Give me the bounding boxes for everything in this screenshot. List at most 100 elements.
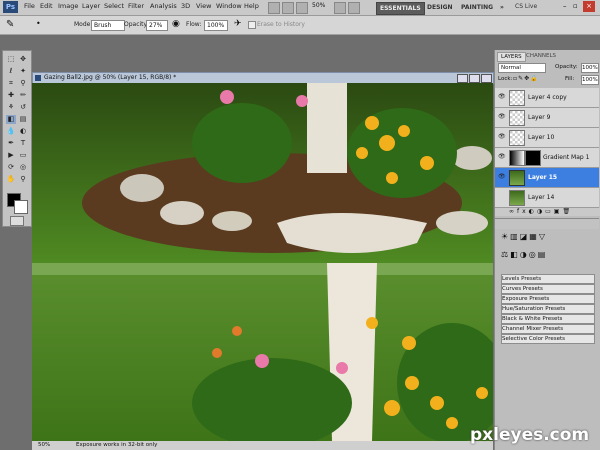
menu-select[interactable]: Select	[104, 2, 124, 10]
tab-channels[interactable]: CHANNELS	[523, 52, 559, 60]
document-icon	[35, 75, 41, 81]
menu-3d[interactable]: 3D	[181, 2, 190, 10]
layers-panel-footer-icons[interactable]: ∞fx◐◑▭▣🗑	[495, 208, 600, 216]
layer-row-layer-4-copy[interactable]: 👁 Layer 4 copy	[495, 88, 599, 108]
dodge-tool-icon[interactable]: ◐	[18, 127, 28, 136]
mode-select[interactable]: Brush	[91, 20, 125, 31]
menu-layer[interactable]: Layer	[82, 2, 100, 10]
menu-window[interactable]: Window	[216, 2, 242, 10]
crop-tool-icon[interactable]: ⌗	[6, 79, 16, 88]
history-brush-tool-icon[interactable]: ↺	[18, 103, 28, 112]
document-canvas[interactable]	[32, 83, 493, 441]
status-zoom[interactable]: 50%	[38, 441, 50, 450]
type-tool-icon[interactable]: T	[18, 139, 28, 148]
minimize-icon[interactable]: –	[563, 2, 567, 10]
workspace-more[interactable]: »	[497, 2, 507, 13]
zoom-tool-icon[interactable]: ⚲	[18, 175, 28, 184]
layer-thumbnail	[509, 90, 525, 106]
workspace-design[interactable]: DESIGN	[424, 2, 456, 13]
layer-row-layer-15[interactable]: 👁 Layer 15	[495, 168, 599, 188]
menu-image[interactable]: Image	[58, 2, 78, 10]
layer-row-layer-10[interactable]: 👁 Layer 10	[495, 128, 599, 148]
blur-tool-icon[interactable]: 💧	[6, 127, 16, 136]
background-color-swatch[interactable]	[14, 200, 28, 214]
layer-thumbnail	[509, 170, 525, 186]
restore-icon[interactable]: ▫	[573, 2, 578, 10]
menu-file[interactable]: File	[24, 2, 35, 10]
3d-orbit-tool-icon[interactable]: ◎	[18, 163, 28, 172]
marquee-tool-icon[interactable]: ⬚	[6, 55, 16, 64]
doc-close-icon[interactable]	[481, 74, 492, 83]
eraser-tool-icon[interactable]: ◧	[6, 115, 16, 124]
visibility-eye-icon[interactable]: 👁	[498, 114, 506, 120]
menu-filter[interactable]: Filter	[128, 2, 144, 10]
visibility-eye-icon[interactable]: 👁	[498, 94, 506, 100]
fill-input[interactable]: 100%	[581, 75, 599, 85]
eraser-tool-preset-icon[interactable]: ✎	[6, 19, 18, 31]
workspace-painting[interactable]: PAINTING	[458, 2, 496, 13]
close-icon[interactable]: ×	[583, 1, 595, 12]
menu-edit[interactable]: Edit	[40, 2, 53, 10]
pressure-opacity-icon[interactable]: ◉	[172, 19, 180, 29]
visibility-eye-icon[interactable]	[498, 194, 505, 200]
quick-mask-icon[interactable]	[10, 216, 24, 226]
erase-history-checkbox[interactable]	[248, 21, 256, 29]
doc-minimize-icon[interactable]	[457, 74, 468, 83]
hand-tool-icon[interactable]: ✋	[6, 175, 16, 184]
menu-help[interactable]: Help	[244, 2, 259, 10]
opacity-input[interactable]: 27%	[146, 20, 168, 31]
extras-icon[interactable]	[296, 2, 308, 14]
lasso-tool-icon[interactable]: ℓ	[6, 67, 16, 76]
lock-icons[interactable]: ▫✎✥🔒	[513, 75, 539, 82]
preset-label: Channel Mixer Presets	[502, 326, 564, 332]
quick-select-tool-icon[interactable]: ✦	[18, 67, 28, 76]
preset-channel-mixer[interactable]: Channel Mixer Presets	[501, 324, 595, 334]
gradient-tool-icon[interactable]: ▤	[18, 115, 28, 124]
move-tool-icon[interactable]: ✥	[18, 55, 28, 64]
preset-hue-saturation[interactable]: Hue/Saturation Presets	[501, 304, 595, 314]
layer-row-gradient-map-1[interactable]: 👁 Gradient Map 1	[495, 148, 599, 168]
doc-restore-icon[interactable]	[469, 74, 480, 83]
adjustment-icons-row-2[interactable]: ⚖◧◑◎▤	[501, 250, 593, 262]
pen-tool-icon[interactable]: ✒	[6, 139, 16, 148]
bridge-icon[interactable]	[268, 2, 280, 14]
preset-curves[interactable]: Curves Presets	[501, 284, 595, 294]
brush-tool-icon[interactable]: ✏	[18, 91, 28, 100]
layer-row-layer-14[interactable]: Layer 14	[495, 188, 599, 208]
preset-black-white[interactable]: Black & White Presets	[501, 314, 595, 324]
zoom-level[interactable]: 50%	[312, 2, 325, 9]
workspace-essentials[interactable]: ESSENTIALS	[376, 2, 425, 15]
adjustments-panel-header	[495, 218, 599, 229]
clone-stamp-tool-icon[interactable]: ⚘	[6, 103, 16, 112]
preset-label: Selective Color Presets	[502, 336, 566, 342]
arrange-documents-icon[interactable]	[348, 2, 360, 14]
blend-mode-select[interactable]: Normal	[498, 63, 546, 73]
layer-row-layer-9[interactable]: 👁 Layer 9	[495, 108, 599, 128]
hand-view-icon[interactable]	[334, 2, 346, 14]
layer-name: Layer 10	[528, 134, 555, 141]
cslive-button[interactable]: CS Live	[515, 3, 537, 10]
preset-exposure[interactable]: Exposure Presets	[501, 294, 595, 304]
minibridge-icon[interactable]	[282, 2, 294, 14]
eyedropper-tool-icon[interactable]: ⚲	[18, 79, 28, 88]
brush-size-icon[interactable]: •	[36, 19, 41, 28]
airbrush-icon[interactable]: ✈	[234, 19, 242, 29]
preset-selective-color[interactable]: Selective Color Presets	[501, 334, 595, 344]
adjustment-icons-row-1[interactable]: ☀▥◪▦▽	[501, 232, 593, 244]
tab-layers[interactable]: LAYERS	[497, 52, 526, 62]
mode-label: Mode:	[74, 21, 93, 28]
path-select-tool-icon[interactable]: ▶	[6, 151, 16, 160]
healing-brush-tool-icon[interactable]: ✚	[6, 91, 16, 100]
visibility-eye-icon[interactable]: 👁	[498, 134, 506, 140]
menu-analysis[interactable]: Analysis	[150, 2, 177, 10]
flow-input[interactable]: 100%	[204, 20, 228, 31]
3d-rotate-tool-icon[interactable]: ⟳	[6, 163, 16, 172]
preset-levels[interactable]: Levels Presets	[501, 274, 595, 284]
visibility-eye-icon[interactable]: 👁	[498, 174, 506, 180]
visibility-eye-icon[interactable]: 👁	[498, 154, 506, 160]
preset-label: Black & White Presets	[502, 316, 563, 322]
shape-tool-icon[interactable]: ▭	[18, 151, 28, 160]
layer-thumbnail	[509, 190, 525, 206]
menu-view[interactable]: View	[196, 2, 211, 10]
layer-opacity-input[interactable]: 100%	[581, 63, 599, 73]
